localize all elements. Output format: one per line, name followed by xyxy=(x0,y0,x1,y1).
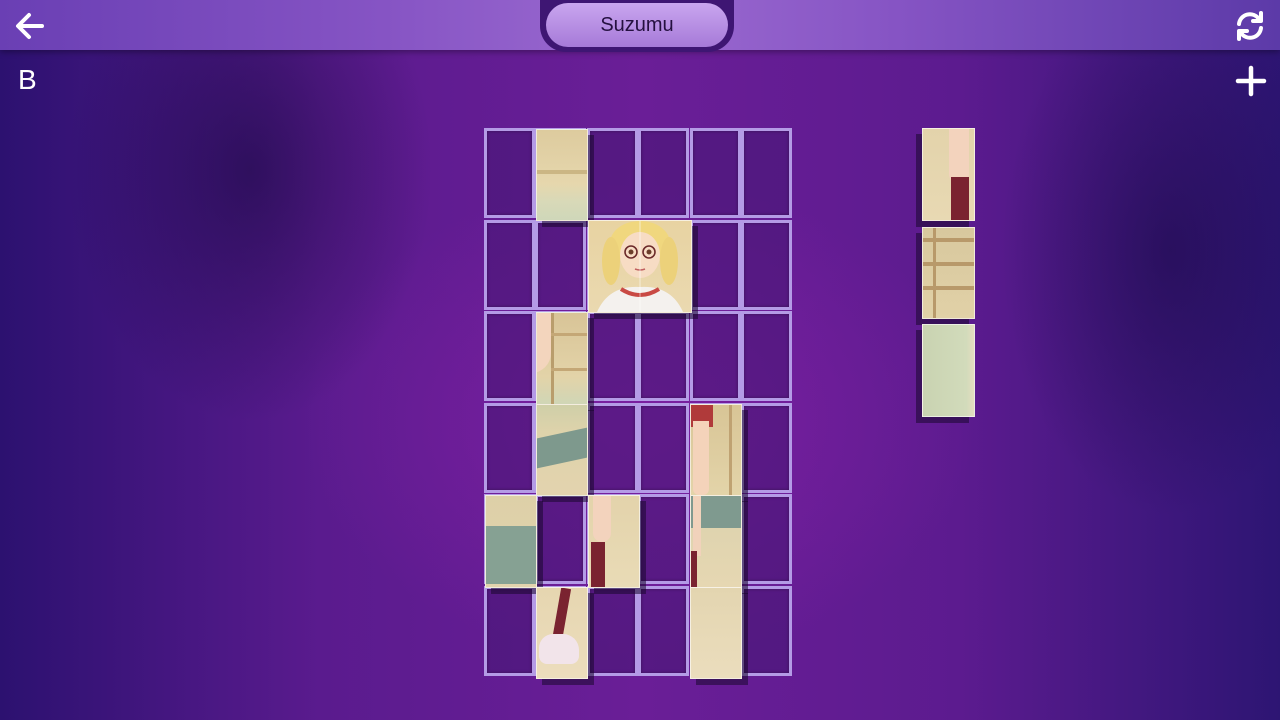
grid-slot[interactable] xyxy=(535,220,586,310)
grid-slot[interactable] xyxy=(638,403,689,493)
puzzle-piece-shoe[interactable] xyxy=(536,587,588,679)
grid-slot[interactable] xyxy=(587,128,638,218)
tray-piece-wall-bars[interactable] xyxy=(922,227,975,319)
puzzle-piece-arm[interactable] xyxy=(536,312,588,405)
grid-slot[interactable] xyxy=(484,586,535,676)
puzzle-piece-floor[interactable] xyxy=(536,404,588,496)
back-button[interactable] xyxy=(12,9,48,43)
puzzle-title: Suzumu xyxy=(546,3,728,47)
grid-slot[interactable] xyxy=(638,128,689,218)
grid-slot[interactable] xyxy=(690,128,741,218)
grid-slot[interactable] xyxy=(587,403,638,493)
puzzle-piece-shorts[interactable] xyxy=(690,404,742,496)
puzzle-label: B xyxy=(18,64,37,95)
grid-slot[interactable] xyxy=(587,586,638,676)
grid-slot[interactable] xyxy=(484,128,535,218)
puzzle-piece-mat[interactable] xyxy=(485,495,537,588)
puzzle-piece-knee[interactable] xyxy=(588,495,640,588)
grid-slot[interactable] xyxy=(741,311,792,401)
grid-slot[interactable] xyxy=(690,311,741,401)
puzzle-piece-leg[interactable] xyxy=(690,495,742,588)
character-face-image xyxy=(597,221,683,312)
add-button[interactable] xyxy=(1234,64,1268,98)
grid-slot[interactable] xyxy=(484,311,535,401)
grid-slot[interactable] xyxy=(741,128,792,218)
tray-piece-green-wall[interactable] xyxy=(922,324,975,417)
puzzle-piece-face[interactable] xyxy=(588,220,692,313)
grid-slot[interactable] xyxy=(638,586,689,676)
grid-slot[interactable] xyxy=(741,220,792,310)
grid-slot[interactable] xyxy=(638,494,689,584)
puzzle-piece-wall[interactable] xyxy=(536,129,588,221)
grid-slot[interactable] xyxy=(484,220,535,310)
grid-slot[interactable] xyxy=(741,586,792,676)
puzzle-board[interactable] xyxy=(484,128,794,679)
grid-slot[interactable] xyxy=(741,403,792,493)
plus-icon xyxy=(1235,65,1267,97)
refresh-icon xyxy=(1237,11,1263,41)
tray-piece-knee-sock[interactable] xyxy=(922,128,975,221)
grid-slot[interactable] xyxy=(741,494,792,584)
grid-slot[interactable] xyxy=(587,311,638,401)
arrow-left-icon xyxy=(16,13,44,39)
puzzle-piece-floor-2[interactable] xyxy=(690,587,742,679)
grid-slot[interactable] xyxy=(638,311,689,401)
grid-slot[interactable] xyxy=(484,403,535,493)
grid-slot[interactable] xyxy=(690,220,741,310)
refresh-button[interactable] xyxy=(1232,9,1268,43)
grid-slot[interactable] xyxy=(535,494,586,584)
